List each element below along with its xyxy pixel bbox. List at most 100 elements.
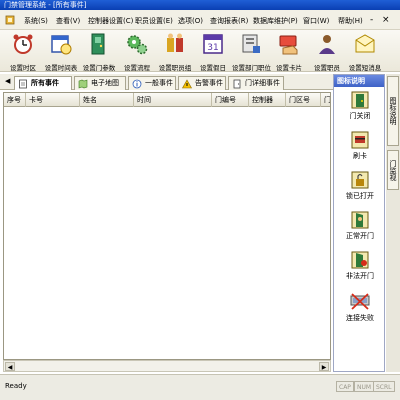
tab-all-events[interactable]: 所有事件 <box>14 76 72 90</box>
column-header-name[interactable]: 姓名 <box>80 93 134 107</box>
horizontal-scrollbar[interactable]: ◀ ▶ <box>3 360 331 372</box>
tab-emap[interactable]: 电子地图 <box>74 76 126 90</box>
column-header-door[interactable]: 门 <box>321 93 330 107</box>
set-card-button[interactable]: 设置卡片 <box>270 32 308 72</box>
scroll-right-button[interactable]: ▶ <box>319 362 329 371</box>
legend-connection-failed: 连接失败 <box>334 293 386 329</box>
side-tab-strip: 图标说明 门监视 <box>386 74 400 372</box>
menu-controller-settings[interactable]: 控制器设置(C) <box>88 15 133 27</box>
app-icon[interactable] <box>5 15 15 25</box>
gears-icon <box>127 35 148 55</box>
set-holiday-label: 设置假日 <box>200 64 226 72</box>
illegal-open-icon <box>351 251 369 269</box>
tab-scroll-left-icon[interactable]: ◀ <box>5 77 10 85</box>
tab-general-events-label: 一般事件 <box>145 79 173 87</box>
door-settings-icon <box>91 33 105 55</box>
menu-staff-settings[interactable]: 职员设置(E) <box>135 15 173 27</box>
set-timezone-button[interactable]: 设置时区 <box>4 32 42 72</box>
tab-door-detail-events[interactable]: 门详细事件 <box>228 76 284 90</box>
close-button[interactable]: × <box>382 15 390 25</box>
card-hand-icon <box>279 35 298 55</box>
menu-options[interactable]: 选项(O) <box>178 15 203 27</box>
set-process-button[interactable]: 设置流程 <box>118 32 156 72</box>
menu-database[interactable]: 数据库维护(P) <box>253 15 298 27</box>
set-department-button[interactable]: 设置部门职位 <box>232 32 271 72</box>
minimize-button[interactable]: - <box>370 15 373 25</box>
svg-text:31: 31 <box>207 43 218 53</box>
legend-door-closed: 门关闭 <box>334 91 386 127</box>
legend-normal-open-label: 正常开门 <box>346 232 374 240</box>
info-icon <box>132 79 142 89</box>
set-timetable-button[interactable]: 设置时间表 <box>42 32 80 72</box>
title-bar: 门禁管理系统 - [所有事件] <box>0 0 400 10</box>
menu-help[interactable]: 帮助(H) <box>338 15 363 27</box>
legend-swipe-card: 刷卡 <box>334 131 386 167</box>
tab-all-events-label: 所有事件 <box>31 79 59 87</box>
tab-emap-label: 电子地图 <box>91 79 119 87</box>
num-lock-indicator: NUM <box>354 381 375 392</box>
set-holiday-button[interactable]: 31 设置假日 <box>194 32 232 72</box>
set-staff-label: 设置职员 <box>314 64 340 72</box>
column-header-card-no[interactable]: 卡号 <box>26 93 80 107</box>
set-staff-group-button[interactable]: 设置职员组 <box>156 32 194 72</box>
caps-lock-indicator: CAP <box>336 381 354 392</box>
warning-icon <box>182 79 192 89</box>
toolbar: 设置时区 设置时间表 设置门参数 设置流程 设置职员组 31 设置假日 设置部门… <box>0 30 400 72</box>
department-icon <box>242 34 260 53</box>
legend-title: 图标说明 <box>334 75 384 87</box>
status-bar: Ready CAP NUM SCRL <box>0 374 400 400</box>
set-message-button[interactable]: 设置短消息 <box>346 32 384 72</box>
calendar-clock-icon <box>51 35 72 55</box>
set-door-params-label: 设置门参数 <box>82 64 116 72</box>
set-staff-button[interactable]: 设置职员 <box>308 32 346 72</box>
event-table[interactable]: 序号 卡号 姓名 时间 门编号 控制器 门区号 门 <box>3 92 331 360</box>
column-header-controller[interactable]: 控制器 <box>249 93 286 107</box>
scroll-lock-indicator: SCRL <box>373 381 395 392</box>
side-tab-icon-legend[interactable]: 图标说明 <box>387 76 399 146</box>
legend-lock-opened-label: 锁已打开 <box>346 192 374 200</box>
scroll-left-button[interactable]: ◀ <box>5 362 15 371</box>
menu-view[interactable]: 查看(V) <box>56 15 80 27</box>
side-tab-door-monitor[interactable]: 门监视 <box>387 150 399 190</box>
menu-window[interactable]: 窗口(W) <box>303 15 329 27</box>
event-tabs: ◀ 所有事件 电子地图 一般事件 告警事件 门详细事件 <box>0 74 333 90</box>
group-icon <box>167 33 183 52</box>
window-title: 门禁管理系统 - [所有事件] <box>4 1 87 9</box>
set-timezone-label: 设置时区 <box>10 64 36 72</box>
tab-general-events[interactable]: 一般事件 <box>128 76 176 90</box>
set-card-label: 设置卡片 <box>276 64 302 72</box>
tab-alarm-events[interactable]: 告警事件 <box>178 76 226 90</box>
legend-swipe-card-label: 刷卡 <box>353 152 367 160</box>
set-door-params-button[interactable]: 设置门参数 <box>80 32 118 72</box>
calendar-icon: 31 <box>203 34 223 54</box>
menu-system[interactable]: 系统(S) <box>24 15 48 27</box>
message-icon <box>355 34 375 53</box>
legend-lock-opened: 锁已打开 <box>334 171 386 207</box>
set-department-label: 设置部门职位 <box>232 64 271 72</box>
legend-door-closed-label: 门关闭 <box>349 112 371 120</box>
connection-failed-icon <box>350 293 370 310</box>
swipe-card-icon <box>351 131 369 149</box>
menu-reports[interactable]: 查询报表(R) <box>210 15 248 27</box>
table-header: 序号 卡号 姓名 时间 门编号 控制器 门区号 门 <box>4 93 330 107</box>
alarm-clock-icon <box>13 34 33 54</box>
legend-illegal-open-label: 非法开门 <box>346 272 374 280</box>
set-message-label: 设置短消息 <box>348 64 382 72</box>
set-timetable-label: 设置时间表 <box>44 64 78 72</box>
legend-normal-open: 正常开门 <box>334 211 386 247</box>
column-header-time[interactable]: 时间 <box>134 93 212 107</box>
column-header-door-no[interactable]: 门编号 <box>212 93 249 107</box>
person-icon <box>319 35 335 54</box>
document-icon <box>19 79 27 89</box>
door-closed-icon <box>351 91 369 109</box>
tab-door-detail-events-label: 门详细事件 <box>245 79 280 87</box>
status-text: Ready <box>5 382 27 390</box>
menu-bar: 系统(S) 查看(V) 控制器设置(C) 职员设置(E) 选项(O) 查询报表(… <box>0 10 400 30</box>
door-open-icon <box>351 211 369 229</box>
column-header-door-zone[interactable]: 门区号 <box>286 93 321 107</box>
unlocked-icon <box>351 171 369 189</box>
icon-legend-panel: 图标说明 门关闭 刷卡 锁已打开 正常开门 非法开门 连接失败 <box>333 74 385 372</box>
column-header-seq[interactable]: 序号 <box>4 93 26 107</box>
legend-illegal-open: 非法开门 <box>334 251 386 287</box>
map-icon <box>78 79 88 89</box>
